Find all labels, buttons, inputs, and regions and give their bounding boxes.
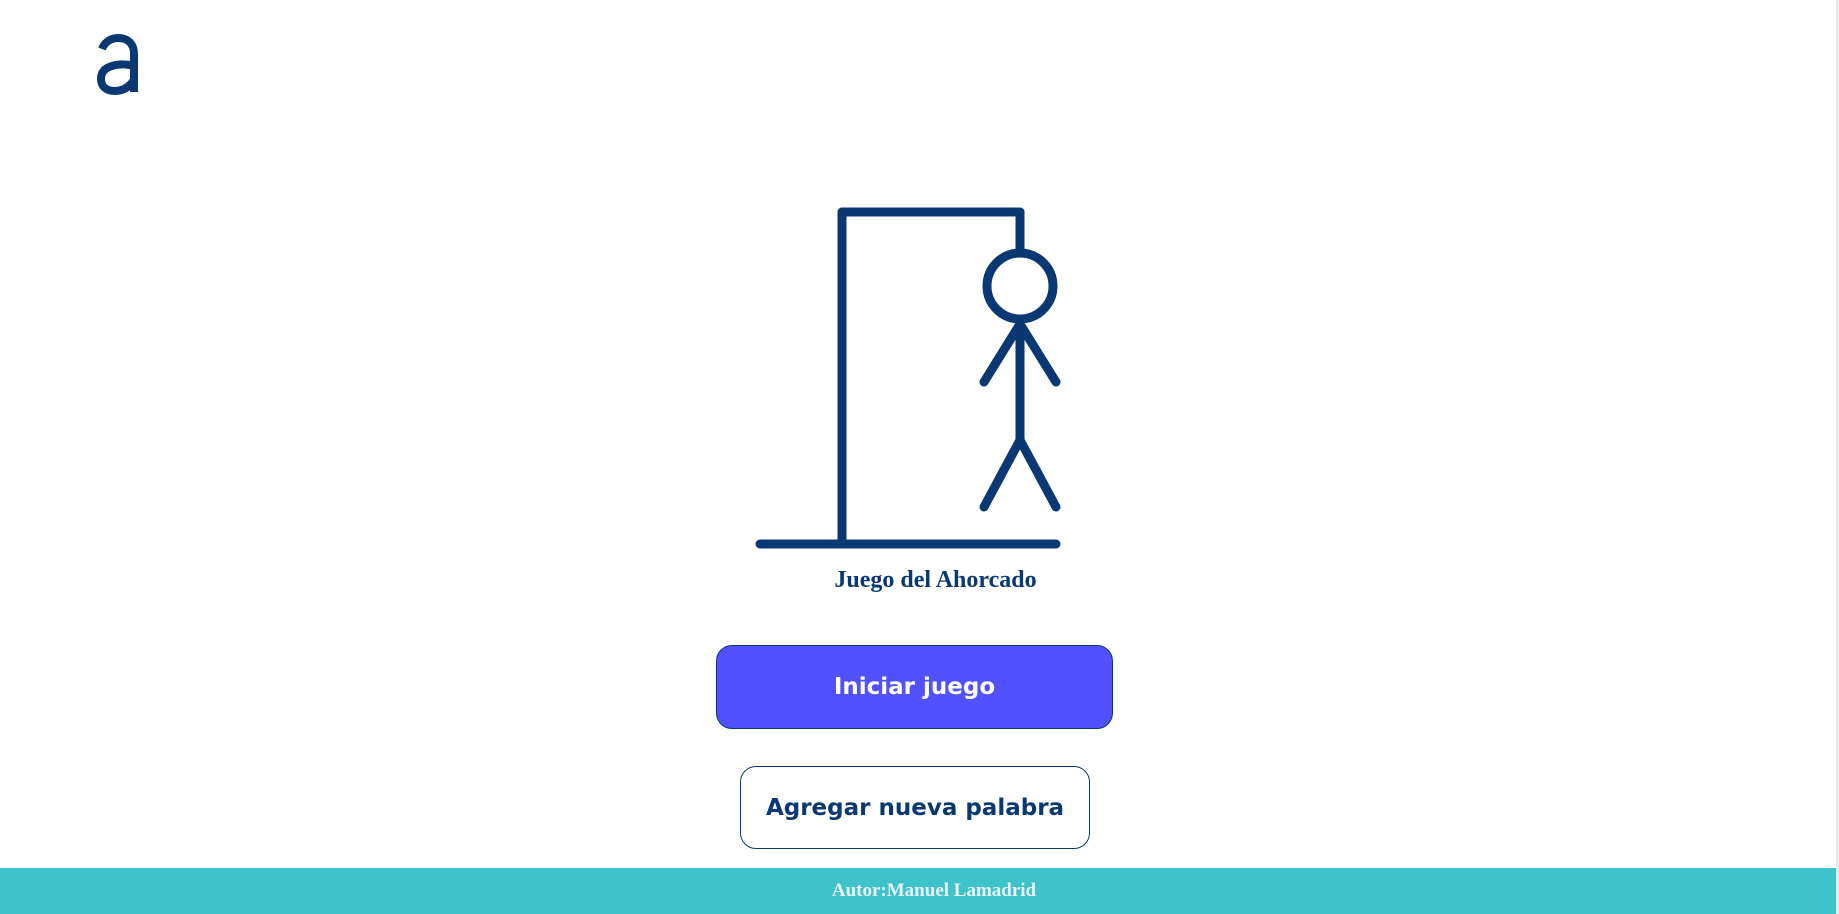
hangman-icon bbox=[752, 202, 1064, 554]
add-word-button[interactable]: Agregar nueva palabra bbox=[740, 766, 1090, 849]
author-credit: Autor:Manuel Lamadrid bbox=[831, 880, 1037, 901]
letter-a-logo-icon bbox=[96, 33, 140, 95]
page-title: Juego del Ahorcado bbox=[834, 567, 1037, 593]
page: Juego del Ahorcado Iniciar juego Agregar… bbox=[0, 0, 1839, 914]
start-game-button[interactable]: Iniciar juego bbox=[716, 645, 1113, 729]
footer: Autor:Manuel Lamadrid bbox=[0, 868, 1836, 914]
